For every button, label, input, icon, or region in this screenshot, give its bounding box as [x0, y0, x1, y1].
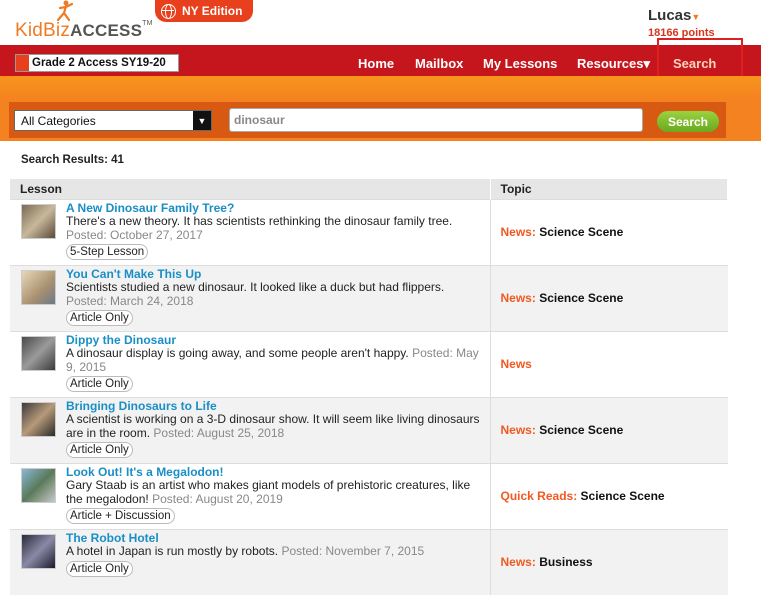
lesson-posted-date: Posted: August 20, 2019	[152, 491, 283, 506]
topic-category: News	[500, 357, 532, 371]
lesson-body: A New Dinosaur Family Tree? There's a new…	[66, 201, 486, 260]
user-menu[interactable]: Lucas▼	[648, 7, 700, 24]
lesson-thumbnail[interactable]	[21, 203, 56, 239]
class-selector[interactable]: Grade 2 Access SY19-20	[15, 54, 179, 72]
lesson-thumbnail[interactable]	[21, 269, 56, 305]
topic-cell: News: Business	[489, 528, 728, 595]
logo-trademark: TM	[142, 20, 153, 27]
lesson-body: Dippy the Dinosaur A dinosaur display is …	[66, 333, 486, 392]
topic-subcategory: Business	[539, 555, 593, 570]
lesson-thumbnail[interactable]	[21, 533, 56, 569]
topic-category: Quick Reads:	[500, 489, 578, 503]
dropdown-arrow-icon: ▼	[193, 111, 211, 130]
topic-category: News:	[500, 291, 536, 305]
lesson-body: The Robot Hotel A hotel in Japan is run m…	[66, 531, 486, 577]
lesson-description: A dinosaur display is going away, and so…	[66, 346, 409, 360]
lesson-type-badge: Article Only	[66, 560, 133, 577]
lesson-title-link[interactable]: Bringing Dinosaurs to Life	[66, 399, 486, 414]
lesson-thumbnail[interactable]	[21, 467, 56, 503]
lesson-cell: A New Dinosaur Family Tree? There's a new…	[10, 198, 490, 265]
table-header: Lesson Topic	[10, 179, 728, 199]
globe-icon	[161, 3, 176, 19]
logo-access-text: ACCESS	[70, 21, 143, 40]
lesson-posted-date: Posted: March 24, 2018	[66, 293, 194, 308]
results-count: Search Results: 41	[21, 154, 124, 166]
search-button[interactable]: Search	[657, 111, 719, 132]
logo-kidbiz-text: KidBiz	[15, 20, 71, 41]
lesson-cell: The Robot Hotel A hotel in Japan is run m…	[10, 528, 490, 595]
table-row: The Robot Hotel A hotel in Japan is run m…	[10, 528, 728, 595]
nav-mailbox[interactable]: Mailbox	[415, 56, 463, 71]
topic-cell: News: Science Scene	[489, 396, 728, 463]
table-row: Dippy the Dinosaur A dinosaur display is …	[10, 330, 728, 397]
table-row: You Can't Make This Up Scientists studied…	[10, 264, 728, 331]
column-header-topic: Topic	[490, 179, 728, 199]
lesson-cell: Bringing Dinosaurs to Life A scientist is…	[10, 396, 490, 463]
lesson-body: You Can't Make This Up Scientists studied…	[66, 267, 486, 326]
table-row: A New Dinosaur Family Tree? There's a new…	[10, 198, 728, 265]
topic-subcategory: Science Scene	[539, 423, 624, 437]
lesson-posted-date: Posted: August 25, 2018	[153, 425, 285, 440]
lesson-cell: Dippy the Dinosaur A dinosaur display is …	[10, 330, 490, 397]
top-bar: KidBizACCESSTM NY Edition Lucas▼ 18166 p…	[0, 0, 761, 45]
topic-category: News:	[500, 555, 536, 570]
class-name: Grade 2 Access SY19-20	[32, 57, 166, 69]
lesson-description: A hotel in Japan is run mostly by robots…	[66, 544, 279, 558]
lesson-title-link[interactable]: The Robot Hotel	[66, 531, 486, 546]
lesson-type-badge: Article Only	[66, 310, 133, 326]
lesson-description: Scientists studied a new dinosaur. It lo…	[66, 280, 445, 294]
lesson-thumbnail[interactable]	[21, 335, 56, 371]
category-select[interactable]: All Categories ▼	[14, 110, 212, 131]
user-name: Lucas	[648, 7, 692, 24]
lesson-body: Bringing Dinosaurs to Life A scientist is…	[66, 399, 486, 458]
table-row: Look Out! It's a Megalodon! Gary Staab is…	[10, 462, 728, 529]
topic-cell: News: Science Scene	[489, 264, 728, 331]
lesson-posted-date: Posted: November 7, 2015	[281, 544, 425, 558]
topic-cell: News	[489, 330, 728, 397]
kidbiz-logo[interactable]: KidBizACCESSTM	[15, 20, 153, 42]
class-flag-icon	[16, 55, 29, 71]
orange-band	[0, 76, 761, 100]
topic-cell: Quick Reads: Science Scene	[489, 462, 728, 529]
main-navbar: Grade 2 Access SY19-20 Home Mailbox My L…	[0, 45, 761, 76]
table-row: Bringing Dinosaurs to Life A scientist is…	[10, 396, 728, 463]
lesson-body: Look Out! It's a Megalodon! Gary Staab is…	[66, 465, 486, 524]
lesson-cell: Look Out! It's a Megalodon! Gary Staab is…	[10, 462, 490, 529]
edition-label: NY Edition	[182, 4, 243, 18]
lesson-description: There's a new theory. It has scientists …	[66, 214, 453, 228]
category-value: All Categories	[21, 113, 96, 128]
results-table: Lesson Topic A New Dinosaur Family Tree?…	[10, 179, 728, 595]
lesson-type-badge: Article + Discussion	[66, 508, 175, 524]
column-header-lesson: Lesson	[10, 179, 491, 199]
lesson-type-badge: Article Only	[66, 376, 133, 392]
search-input[interactable]	[229, 108, 643, 132]
nav-home[interactable]: Home	[358, 56, 394, 71]
lesson-thumbnail[interactable]	[21, 401, 56, 437]
topic-cell: News: Science Scene	[489, 198, 728, 265]
lesson-cell: You Can't Make This Up Scientists studied…	[10, 264, 490, 331]
topic-category: News:	[500, 423, 536, 437]
lesson-title-link[interactable]: A New Dinosaur Family Tree?	[66, 201, 486, 216]
lesson-type-badge: Article Only	[66, 442, 133, 458]
lesson-title-link[interactable]: Look Out! It's a Megalodon!	[66, 465, 486, 480]
edition-button[interactable]: NY Edition	[155, 0, 254, 22]
nav-my-lessons[interactable]: My Lessons	[483, 56, 557, 71]
topic-subcategory: Science Scene	[580, 489, 665, 503]
nav-resources[interactable]: Resources▾	[577, 56, 650, 72]
lesson-type-badge: 5-Step Lesson	[66, 244, 149, 260]
lesson-title-link[interactable]: Dippy the Dinosaur	[66, 333, 486, 348]
topic-category: News:	[500, 225, 536, 239]
topic-subcategory: Science Scene	[539, 225, 624, 239]
topic-subcategory: Science Scene	[539, 291, 624, 305]
kid-figure-icon	[56, 0, 74, 22]
caret-down-icon: ▼	[691, 12, 701, 22]
lesson-posted-date: Posted: October 27, 2017	[66, 227, 203, 242]
lesson-title-link[interactable]: You Can't Make This Up	[66, 267, 486, 282]
